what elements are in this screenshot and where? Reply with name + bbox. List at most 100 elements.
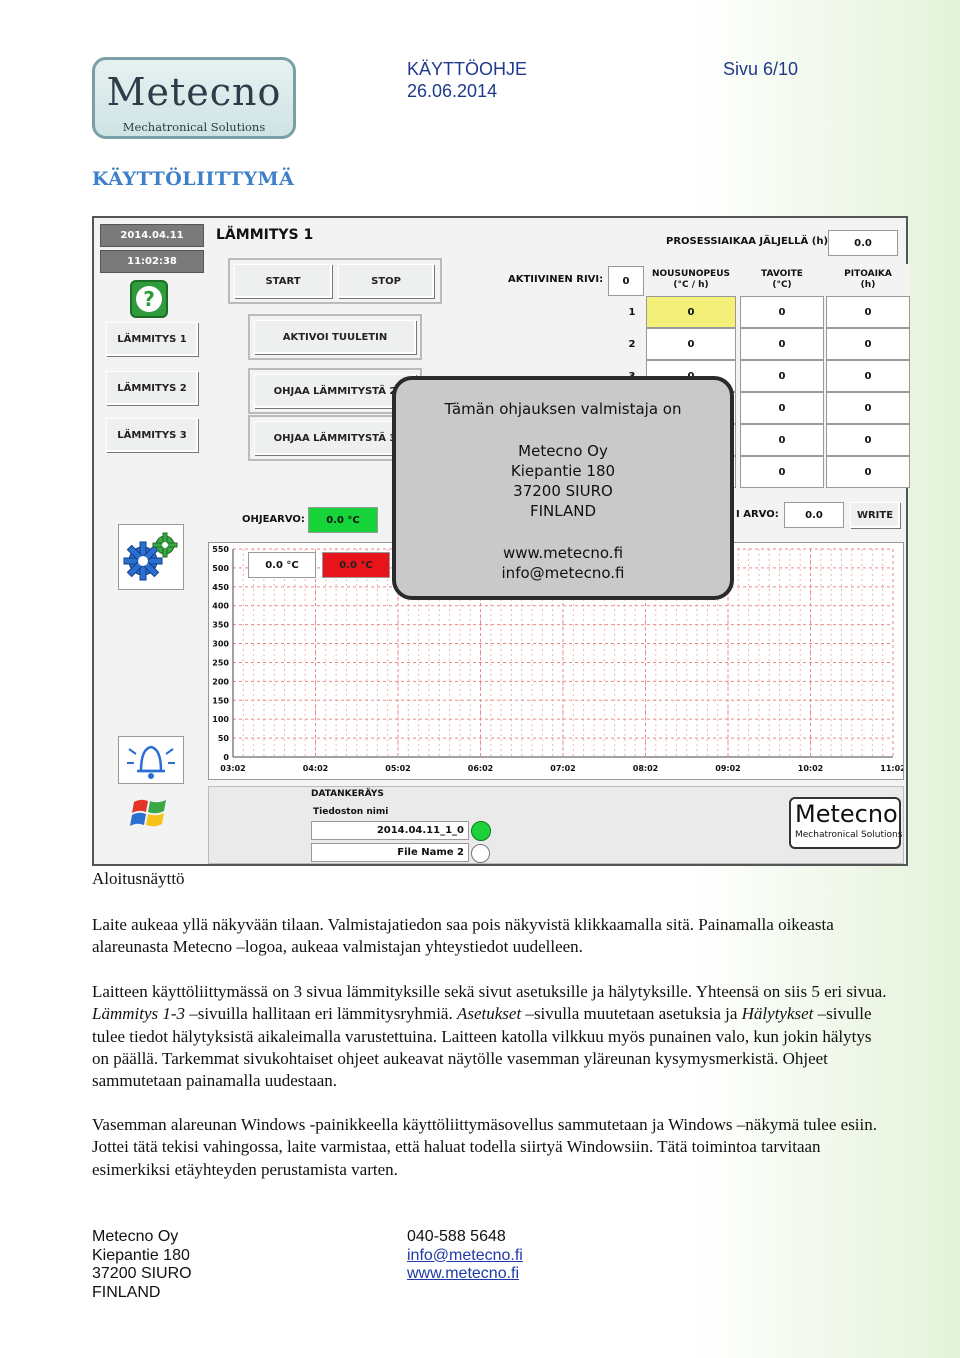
table-col-header-line: (°C) xyxy=(772,280,792,290)
paragraph-3: Vasemman alareunan Windows -painikkeella… xyxy=(92,1115,878,1179)
footer-company: Metecno Oy xyxy=(92,1228,179,1245)
table-cell[interactable]: 0 xyxy=(826,328,910,360)
footer-address: Metecno Oy Kiepantie 180 37200 SIURO FIN… xyxy=(92,1228,192,1302)
chart-x-tick: 04:02 xyxy=(303,764,328,773)
metecno-logo: Metecno Mechatronical Solutions xyxy=(92,57,296,139)
doc-date: 26.06.2014 xyxy=(407,81,498,101)
table-col-header-line: (°C / h) xyxy=(673,280,709,290)
table-col-header-line: TAVOITE xyxy=(761,269,803,279)
corner-logo-name: Metecno xyxy=(795,800,898,828)
arvo-input[interactable]: 0.0 xyxy=(784,502,844,528)
table-cell[interactable]: 0 xyxy=(740,360,824,392)
chart-y-tick: 500 xyxy=(212,564,229,573)
process-time-label: PROSESSIAIKAA JÄLJELLÄ (h): xyxy=(666,236,833,247)
table-row-number: 2 xyxy=(620,328,644,360)
logo-name: Metecno xyxy=(106,70,282,114)
aktivoi-tuuletin-button[interactable]: AKTIVOI TUULETIN xyxy=(254,320,416,354)
nav-lammitys-1-button[interactable]: LÄMMITYS 1 xyxy=(106,322,198,356)
hmi-date: 2014.04.11 xyxy=(100,224,204,247)
chart-y-tick: 150 xyxy=(212,696,229,705)
file-2-status-led-icon xyxy=(471,844,490,863)
chart-x-tick: 11:02 xyxy=(880,764,903,773)
chart-y-tick: 350 xyxy=(212,621,229,630)
file-name-2-field[interactable]: File Name 2 xyxy=(311,843,469,862)
table-cell[interactable]: 0 xyxy=(740,296,824,328)
chart-x-tick: 05:02 xyxy=(385,764,410,773)
temp-display-2: 0.0 °C xyxy=(322,552,390,578)
settings-gears-icon[interactable] xyxy=(118,524,184,590)
footer-email-link[interactable]: info@metecno.fi xyxy=(407,1247,523,1266)
chart-y-tick: 450 xyxy=(212,583,229,592)
p2-text-e: –sivulla muutetaan asetuksia ja xyxy=(521,1004,742,1024)
p2-lammitys: Lämmitys 1-3 xyxy=(92,1004,186,1024)
process-time-value: 0.0 xyxy=(828,230,898,256)
footer-web-link[interactable]: www.metecno.fi xyxy=(407,1265,523,1284)
file-1-status-led-icon xyxy=(471,821,491,841)
ohjearvo-value: 0.0 °C xyxy=(308,507,378,533)
popup-company: Metecno Oy xyxy=(518,442,608,460)
table-col-header-line: NOUSUNOPEUS xyxy=(652,269,730,279)
hmi-screenshot: 2014.04.11 11:02:38 ? LÄMMITYS 1 LÄMMITY… xyxy=(92,216,910,866)
ohjearvo-label: OHJEARVO: xyxy=(242,514,305,525)
p2-asetukset: Asetukset xyxy=(456,1004,522,1024)
table-col-header: NOUSUNOPEUS (°C / h) xyxy=(646,264,736,296)
paragraph-2: Laitteen käyttöliittymässä on 3 sivua lä… xyxy=(92,981,892,1092)
table-col-header: TAVOITE (°C) xyxy=(740,264,824,296)
table-cell[interactable]: 0 xyxy=(646,328,736,360)
table-cell[interactable]: 0 xyxy=(826,296,910,328)
footer-city: 37200 SIURO xyxy=(92,1265,192,1282)
chart-y-tick: 300 xyxy=(212,640,229,649)
active-row-label: AKTIIVINEN RIVI: xyxy=(508,274,604,285)
start-button[interactable]: START xyxy=(234,264,332,298)
file-name-1-field[interactable]: 2014.04.11_1_0 xyxy=(311,821,469,840)
windows-icon[interactable] xyxy=(130,796,170,830)
table-cell[interactable]: 0 xyxy=(740,392,824,424)
chart-x-tick: 03:02 xyxy=(220,764,245,773)
chart-y-tick: 550 xyxy=(212,545,229,554)
temp-display-1: 0.0 °C xyxy=(248,552,316,578)
table-cell[interactable]: 0 xyxy=(646,296,736,328)
table-col-header-line: PITOAIKA xyxy=(844,269,892,279)
corner-metecno-logo[interactable]: Metecno Mechatronical Solutions xyxy=(789,797,903,849)
chart-y-tick: 250 xyxy=(212,658,229,667)
nav-lammitys-2-button[interactable]: LÄMMITYS 2 xyxy=(106,371,198,405)
footer-contact: 040-588 5648 info@metecno.fi www.metecno… xyxy=(407,1228,523,1284)
chart-y-tick: 200 xyxy=(212,677,229,686)
chart-y-tick: 0 xyxy=(223,753,229,762)
popup-intro: Tämän ohjauksen valmistaja on xyxy=(444,400,682,418)
page-number: Sivu 6/10 xyxy=(723,59,799,79)
table-cell[interactable]: 0 xyxy=(740,328,824,360)
corner-logo-tagline: Mechatronical Solutions xyxy=(795,830,903,840)
chart-x-tick: 06:02 xyxy=(468,764,493,773)
chart-x-tick: 09:02 xyxy=(715,764,740,773)
nav-lammitys-3-button[interactable]: LÄMMITYS 3 xyxy=(106,418,198,452)
data-logging-panel: DATANKERÄYS Tiedoston nimi 2014.04.11_1_… xyxy=(208,786,904,864)
popup-email: info@metecno.fi xyxy=(501,564,625,582)
screen-title: LÄMMITYS 1 xyxy=(216,227,314,243)
help-question-icon[interactable]: ? xyxy=(130,280,168,318)
manufacturer-popup[interactable]: Tämän ohjauksen valmistaja on Metecno Oy… xyxy=(392,376,734,600)
table-cell[interactable]: 0 xyxy=(826,392,910,424)
section-title: KÄYTTÖLIITTYMÄ xyxy=(92,168,295,190)
chart-y-tick: 50 xyxy=(218,734,230,743)
popup-web: www.metecno.fi xyxy=(502,544,624,562)
table-cell[interactable]: 0 xyxy=(740,456,824,488)
table-col-header-line: (h) xyxy=(860,280,876,290)
footer-phone: 040-588 5648 xyxy=(407,1228,506,1245)
table-cell[interactable]: 0 xyxy=(740,424,824,456)
chart-y-tick: 400 xyxy=(212,602,229,611)
chart-x-tick: 10:02 xyxy=(798,764,823,773)
stop-button[interactable]: STOP xyxy=(338,264,434,298)
alarm-bell-icon[interactable] xyxy=(118,736,184,784)
table-col-header: PITOAIKA (h) xyxy=(826,264,910,296)
popup-country: FINLAND xyxy=(529,502,596,520)
fan-panel: AKTIVOI TUULETIN xyxy=(248,314,422,360)
table-cell[interactable]: 0 xyxy=(826,360,910,392)
write-button[interactable]: WRITE xyxy=(850,502,900,528)
logo-tagline: Mechatronical Solutions xyxy=(122,120,266,134)
table-cell[interactable]: 0 xyxy=(826,456,910,488)
table-cell[interactable]: 0 xyxy=(826,424,910,456)
chart-x-tick: 08:02 xyxy=(633,764,658,773)
paragraph-1: Laite aukeaa yllä näkyvään tilaan. Valmi… xyxy=(92,915,834,957)
p2-text-a: Laitteen käyttöliittymässä on 3 sivua lä… xyxy=(92,982,887,1001)
